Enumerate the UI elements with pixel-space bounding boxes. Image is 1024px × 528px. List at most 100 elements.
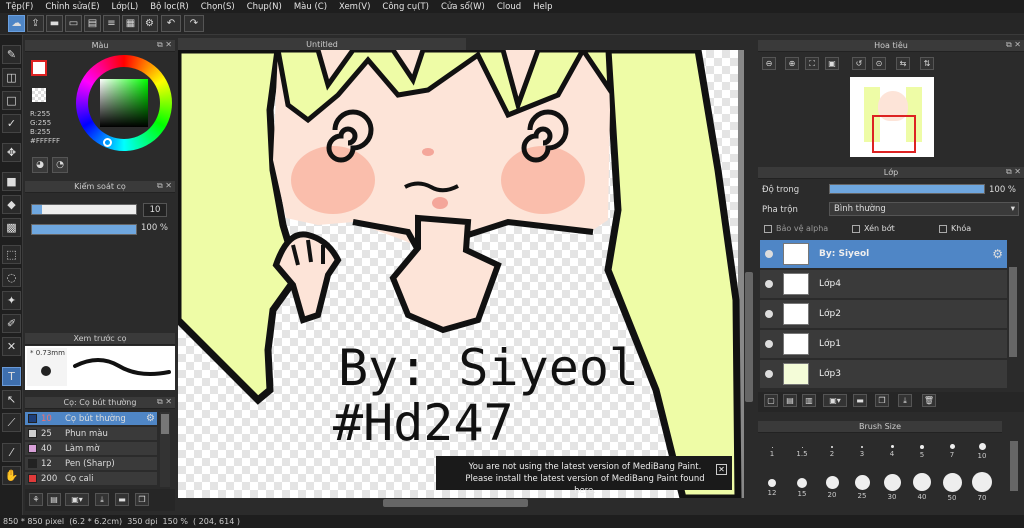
eye-icon[interactable] — [765, 310, 773, 318]
add-layer-menu-icon[interactable]: ▣▾ — [823, 394, 847, 407]
brush-item[interactable]: 10 Cọ bút thường ⚙ — [25, 412, 157, 426]
document-icon[interactable]: ▤ — [84, 15, 101, 32]
menu-select[interactable]: Chọn(S) — [195, 2, 241, 12]
select-pen-icon[interactable]: ✐ — [2, 314, 21, 333]
eye-icon[interactable] — [765, 340, 773, 348]
hue-wheel[interactable] — [76, 55, 172, 151]
divide-tool-icon[interactable]: ⟋ — [2, 413, 21, 432]
eyedropper-icon[interactable]: ⁄ — [2, 443, 21, 462]
export-icon[interactable]: ⇪ — [27, 15, 44, 32]
zoom-in-icon[interactable]: ⊕ — [785, 57, 799, 70]
brush-item[interactable]: 40 Làm mờ — [25, 442, 157, 456]
brush-size-option[interactable]: 12 — [760, 479, 784, 497]
palette-icon[interactable]: ◕ — [32, 157, 48, 173]
rotate-left-icon[interactable]: ↺ — [852, 57, 866, 70]
brush-item[interactable]: 12 Pen (Sharp) — [25, 457, 157, 471]
brush-size-value[interactable]: 10 — [143, 203, 167, 217]
new-8bit-layer-icon[interactable]: ▥ — [802, 394, 816, 407]
foreground-color-swatch[interactable] — [31, 60, 47, 76]
rotate-reset-icon[interactable]: ⊙ — [872, 57, 886, 70]
layer-opacity-slider[interactable] — [829, 184, 985, 194]
hand-icon[interactable]: ✋ — [2, 466, 21, 485]
brush-size-option[interactable]: 40 — [910, 473, 934, 501]
update-notice[interactable]: You are not using the latest version of … — [436, 456, 732, 496]
brush-size-option[interactable]: 30 — [880, 474, 904, 501]
undo-icon[interactable]: ↶ — [161, 15, 181, 32]
drawing-canvas[interactable]: By: Siyeol #Hd247 You are not using the … — [178, 50, 744, 498]
menu-filter[interactable]: Bộ lọc(R) — [144, 2, 195, 12]
brush-size-option[interactable]: 50 — [940, 473, 964, 502]
close-icon[interactable]: ⧉ ✕ — [157, 181, 172, 191]
gear-icon[interactable]: ⚙ — [992, 247, 1003, 261]
alpha-protect-checkbox[interactable] — [764, 225, 772, 233]
brush-list-scrollbar[interactable] — [160, 412, 170, 487]
layer-row[interactable]: Lớp4 — [760, 270, 1007, 299]
actual-size-icon[interactable]: ▣ — [825, 57, 839, 70]
brush-size-option[interactable]: 2 — [820, 446, 844, 458]
brush-tool-icon[interactable]: ✎ — [2, 45, 21, 64]
add-brush-icon[interactable]: ⚘ — [29, 493, 43, 506]
text-tool-icon[interactable]: T — [2, 367, 21, 386]
zoom-out-icon[interactable]: ⊖ — [762, 57, 776, 70]
duplicate-icon[interactable]: ❐ — [875, 394, 889, 407]
select-rect-icon[interactable]: ⬚ — [2, 245, 21, 264]
blend-mode-select[interactable]: Bình thường ▾ — [829, 202, 1019, 216]
layer-row[interactable]: Lớp1 — [760, 330, 1007, 359]
cloud-icon[interactable]: ☁ — [8, 15, 25, 32]
gradient-tool-icon[interactable]: ▩ — [2, 218, 21, 237]
canvas-vertical-scrollbar[interactable] — [744, 50, 754, 498]
folder-icon[interactable]: ▬ — [853, 394, 867, 407]
brush-size-option[interactable]: 20 — [820, 476, 844, 499]
eye-icon[interactable] — [765, 370, 773, 378]
grid-icon[interactable]: ▦ — [122, 15, 139, 32]
layer-row[interactable]: Lớp2 — [760, 300, 1007, 329]
eye-icon[interactable] — [765, 250, 773, 258]
brush-size-option[interactable]: 1.5 — [790, 447, 814, 458]
trash-icon[interactable]: 🗑 — [922, 394, 936, 407]
download-icon[interactable]: ⤓ — [95, 493, 109, 506]
layer-row[interactable]: Lớp3 — [760, 360, 1007, 389]
layer-list-scrollbar[interactable] — [1008, 237, 1018, 387]
magic-wand-icon[interactable]: ✦ — [2, 291, 21, 310]
menu-cloud[interactable]: Cloud — [491, 2, 527, 12]
menu-help[interactable]: Help — [527, 2, 558, 12]
flip-vertical-icon[interactable]: ⇅ — [920, 57, 934, 70]
eraser-tool-icon[interactable]: ◫ — [2, 68, 21, 87]
transparent-color-swatch[interactable] — [32, 88, 46, 102]
brush-item[interactable]: 25 Phun màu — [25, 427, 157, 441]
brush-item[interactable]: 200 Cọ cali — [25, 472, 157, 486]
menu-layer[interactable]: Lớp(L) — [106, 2, 145, 12]
clipping-checkbox[interactable] — [852, 225, 860, 233]
saturation-square[interactable] — [100, 79, 148, 127]
fit-icon[interactable]: ⛶ — [805, 57, 819, 70]
color-picker-icon[interactable]: ◔ — [52, 157, 68, 173]
operation-tool-icon[interactable]: ↖ — [2, 390, 21, 409]
brush-size-option[interactable]: 4 — [880, 445, 904, 458]
merge-icon[interactable]: ⤓ — [898, 394, 912, 407]
move-tool-icon[interactable]: ✥ — [2, 143, 21, 162]
layer-row[interactable]: By: Siyeol ⚙ — [760, 240, 1007, 269]
menu-file[interactable]: Tệp(F) — [0, 2, 39, 12]
menu-window[interactable]: Cửa sổ(W) — [435, 2, 491, 12]
brush-size-option[interactable]: 5 — [910, 445, 934, 459]
gear-icon[interactable]: ⚙ — [146, 413, 155, 424]
brush-size-scrollbar[interactable] — [1008, 421, 1020, 513]
canvas-horizontal-scrollbar[interactable] — [178, 498, 744, 508]
new-layer-icon[interactable]: ▢ — [764, 394, 778, 407]
redo-icon[interactable]: ↷ — [184, 15, 204, 32]
new-brush-icon[interactable]: ▤ — [47, 493, 61, 506]
new-halftone-layer-icon[interactable]: ▤ — [783, 394, 797, 407]
close-icon[interactable]: ⧉ ✕ — [1006, 167, 1021, 177]
brush-size-option[interactable]: 10 — [970, 443, 994, 460]
close-icon[interactable]: ⧉ ✕ — [157, 397, 172, 407]
folder-icon[interactable]: ▬ — [115, 493, 129, 506]
lasso-tool-icon[interactable]: ◌ — [2, 268, 21, 287]
bucket-tool-icon[interactable]: ◆ — [2, 195, 21, 214]
lock-checkbox[interactable] — [939, 225, 947, 233]
navigator-thumbnail[interactable] — [850, 77, 934, 157]
gear-icon[interactable]: ⚙ — [141, 15, 158, 32]
brush-size-option[interactable]: 15 — [790, 478, 814, 498]
brush-size-option[interactable]: 3 — [850, 446, 874, 458]
panel-icon[interactable]: ▭ — [65, 15, 82, 32]
brush-size-option[interactable]: 70 — [970, 472, 994, 502]
